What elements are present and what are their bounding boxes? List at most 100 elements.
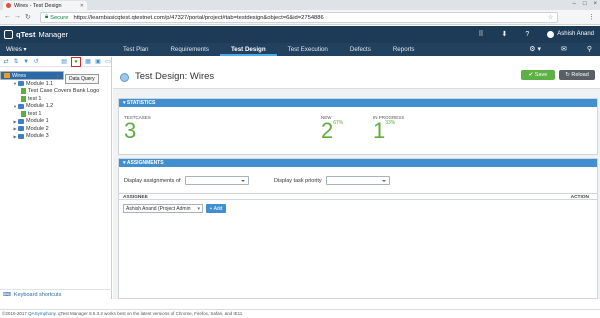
qtest-logo-icon <box>4 30 13 39</box>
forward-icon[interactable]: → <box>14 13 21 20</box>
display-priority-select[interactable] <box>325 176 390 185</box>
app-header: qTest Manager ⠿ ⬇ ? Ashish Anand <box>0 26 600 43</box>
tree-node-label: Test Case Covers Bank Logo <box>28 88 100 95</box>
lock-icon: 🔒︎ <box>45 14 49 20</box>
statistics-header-label: STATISTICS <box>126 100 156 106</box>
tab-test-execution[interactable]: Test Execution <box>277 43 339 56</box>
tree-node[interactable]: ▼ Module 1.1 <box>0 80 112 88</box>
tree-node-label: test 1 <box>28 95 42 102</box>
close-tab-icon[interactable]: ✕ <box>80 3 84 9</box>
refresh-tree-icon[interactable]: ↺ <box>33 58 39 65</box>
minimize-icon[interactable]: – <box>573 0 576 9</box>
main-content: Test Design: Wires ✔ Save ↻ Reload ▾ STA… <box>113 57 600 299</box>
user-name: Ashish Anand <box>557 31 594 37</box>
import-icon[interactable]: ▣ <box>95 58 101 65</box>
test-design-icon <box>120 73 129 82</box>
user-menu[interactable]: Ashish Anand <box>547 30 594 38</box>
app-subname: Manager <box>38 30 69 39</box>
new-testcase-icon[interactable]: ▦ <box>85 58 91 65</box>
chevron-down-icon: ▾ <box>197 206 200 212</box>
statistics-panel: ▾ STATISTICS TESTCASES 3 NEW 267% IN PRO… <box>118 98 598 155</box>
assignments-header[interactable]: ▾ ASSIGNMENTS <box>119 159 597 167</box>
tab-requirements[interactable]: Requirements <box>159 43 220 56</box>
test-case-icon <box>21 110 26 117</box>
search-icon[interactable]: ⚲ <box>587 45 592 53</box>
assignee-row: Ashish Anand (Project Admin ▾ + Add <box>123 204 226 213</box>
assignee-select[interactable]: Ashish Anand (Project Admin ▾ <box>123 204 203 213</box>
bookmark-star-icon[interactable]: ☆ <box>548 15 553 21</box>
apps-grid-icon[interactable]: ⠿ <box>478 30 483 38</box>
new-folder-icon[interactable]: ▤ <box>61 58 67 65</box>
back-icon[interactable]: ← <box>4 13 11 20</box>
folder-icon <box>18 118 24 124</box>
display-priority-label: Display task priority <box>274 177 322 184</box>
collapse-panel-icon[interactable]: ▭ <box>105 58 111 65</box>
url-field[interactable]: 🔒︎ Secure https://learnbasicqtest.qtestn… <box>40 12 558 23</box>
page-title: Test Design: Wires <box>135 71 215 82</box>
url-text: https://learnbasicqtest.qtestnet.com/p/4… <box>73 14 324 21</box>
tree-node[interactable]: test 1 <box>0 110 112 118</box>
collapse-icon[interactable]: ⇅ <box>13 58 19 65</box>
tree-node-label: Module 2 <box>26 125 49 132</box>
display-priority-row: Display task priority <box>274 176 390 185</box>
help-icon[interactable]: ? <box>525 31 529 38</box>
maximize-icon[interactable]: □ <box>583 0 587 9</box>
in-progress-percent: 33% <box>385 120 396 126</box>
tree-node[interactable]: ▶ Module 1 <box>0 118 112 126</box>
tree-toolbar: ⇄ ⇅ ▼ ↺ ▤ ● ▦ ▣ ▭ <box>0 56 111 67</box>
tree-node[interactable]: ▶ Module 2 <box>0 125 112 133</box>
assignee-value: Ashish Anand (Project Admin <box>126 206 191 212</box>
tree-node[interactable]: Test Case Covers Bank Logo <box>0 88 112 96</box>
tree-node[interactable]: ▶ Module 3 <box>0 133 112 141</box>
tree-node[interactable]: test 1 <box>0 95 112 103</box>
statistics-header[interactable]: ▾ STATISTICS <box>119 99 597 107</box>
new-value: 2 <box>321 118 334 143</box>
close-window-icon[interactable]: × <box>593 0 597 9</box>
tab-defects[interactable]: Defects <box>339 43 382 56</box>
tree-node-label: test 1 <box>28 110 42 117</box>
keyboard-shortcuts-link[interactable]: ⌨ Keyboard shortcuts <box>0 289 112 299</box>
stat-testcases: TESTCASES 3 <box>124 115 151 142</box>
main-nav: Wires ▾ Test Plan Requirements Test Desi… <box>0 43 600 56</box>
assignee-column-header: ASSIGNEE <box>123 195 148 200</box>
data-query-icon[interactable]: ● <box>71 56 81 67</box>
folder-icon <box>18 81 24 87</box>
project-icon <box>4 73 10 78</box>
notification-icon[interactable]: ✉ <box>561 45 567 53</box>
display-assignments-select[interactable] <box>184 176 249 185</box>
in-progress-value: 1 <box>373 118 386 143</box>
expand-icon[interactable]: ⇄ <box>3 58 9 65</box>
display-assignments-label: Display assignments of <box>124 177 181 184</box>
tab-reports[interactable]: Reports <box>382 43 426 56</box>
tab-test-design[interactable]: Test Design <box>219 43 277 56</box>
stat-new: NEW 267% <box>321 115 343 142</box>
filter-icon[interactable]: ▼ <box>23 58 29 65</box>
test-case-icon <box>21 88 26 95</box>
assignments-table-header: ASSIGNEE ACTION <box>119 193 597 200</box>
save-button[interactable]: ✔ Save <box>521 70 555 80</box>
add-button[interactable]: + Add <box>206 204 226 213</box>
tree-node-label: Module 1.1 <box>26 80 54 87</box>
reload-button[interactable]: ↻ Reload <box>559 70 595 80</box>
tree-node[interactable]: ▼ Module 1.2 <box>0 103 112 111</box>
tab-test-plan[interactable]: Test Plan <box>112 43 159 56</box>
project-selector[interactable]: Wires ▾ <box>6 46 27 53</box>
tree-node[interactable]: Wires <box>0 71 64 80</box>
settings-gear-icon[interactable]: ⚙ ▾ <box>529 45 541 53</box>
refresh-icon[interactable]: ↻ <box>25 13 31 21</box>
company-link[interactable]: QASymphony <box>28 311 55 316</box>
tree: Wires ▼ Module 1.1 Test Case Covers Bank Lo… <box>0 71 112 140</box>
tree-node-label: Wires <box>12 72 27 79</box>
avatar <box>547 30 555 38</box>
favicon-icon <box>6 3 11 8</box>
footer: ©2010-2017 QASymphony. qTest Manager 8.5… <box>0 309 600 317</box>
tree-node-label: Module 1 <box>26 118 49 125</box>
assignments-header-label: ASSIGNMENTS <box>126 160 164 166</box>
browser-tab[interactable]: Wires - Test Design ✕ <box>3 1 87 10</box>
action-column-header: ACTION <box>570 195 589 200</box>
download-icon[interactable]: ⬇ <box>502 30 508 38</box>
folder-icon <box>18 126 24 132</box>
browser-tabbar: Wires - Test Design ✕ – □ × <box>0 0 600 10</box>
browser-menu-icon[interactable]: ⋮ <box>588 13 595 21</box>
title-bar: Test Design: Wires ✔ Save ↻ Reload <box>113 57 600 89</box>
